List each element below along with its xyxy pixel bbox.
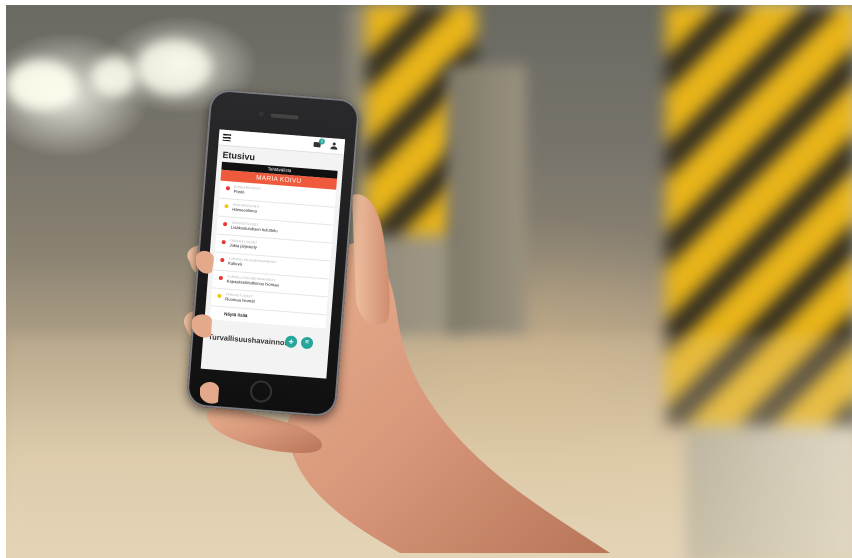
fingers-front	[192, 250, 219, 404]
